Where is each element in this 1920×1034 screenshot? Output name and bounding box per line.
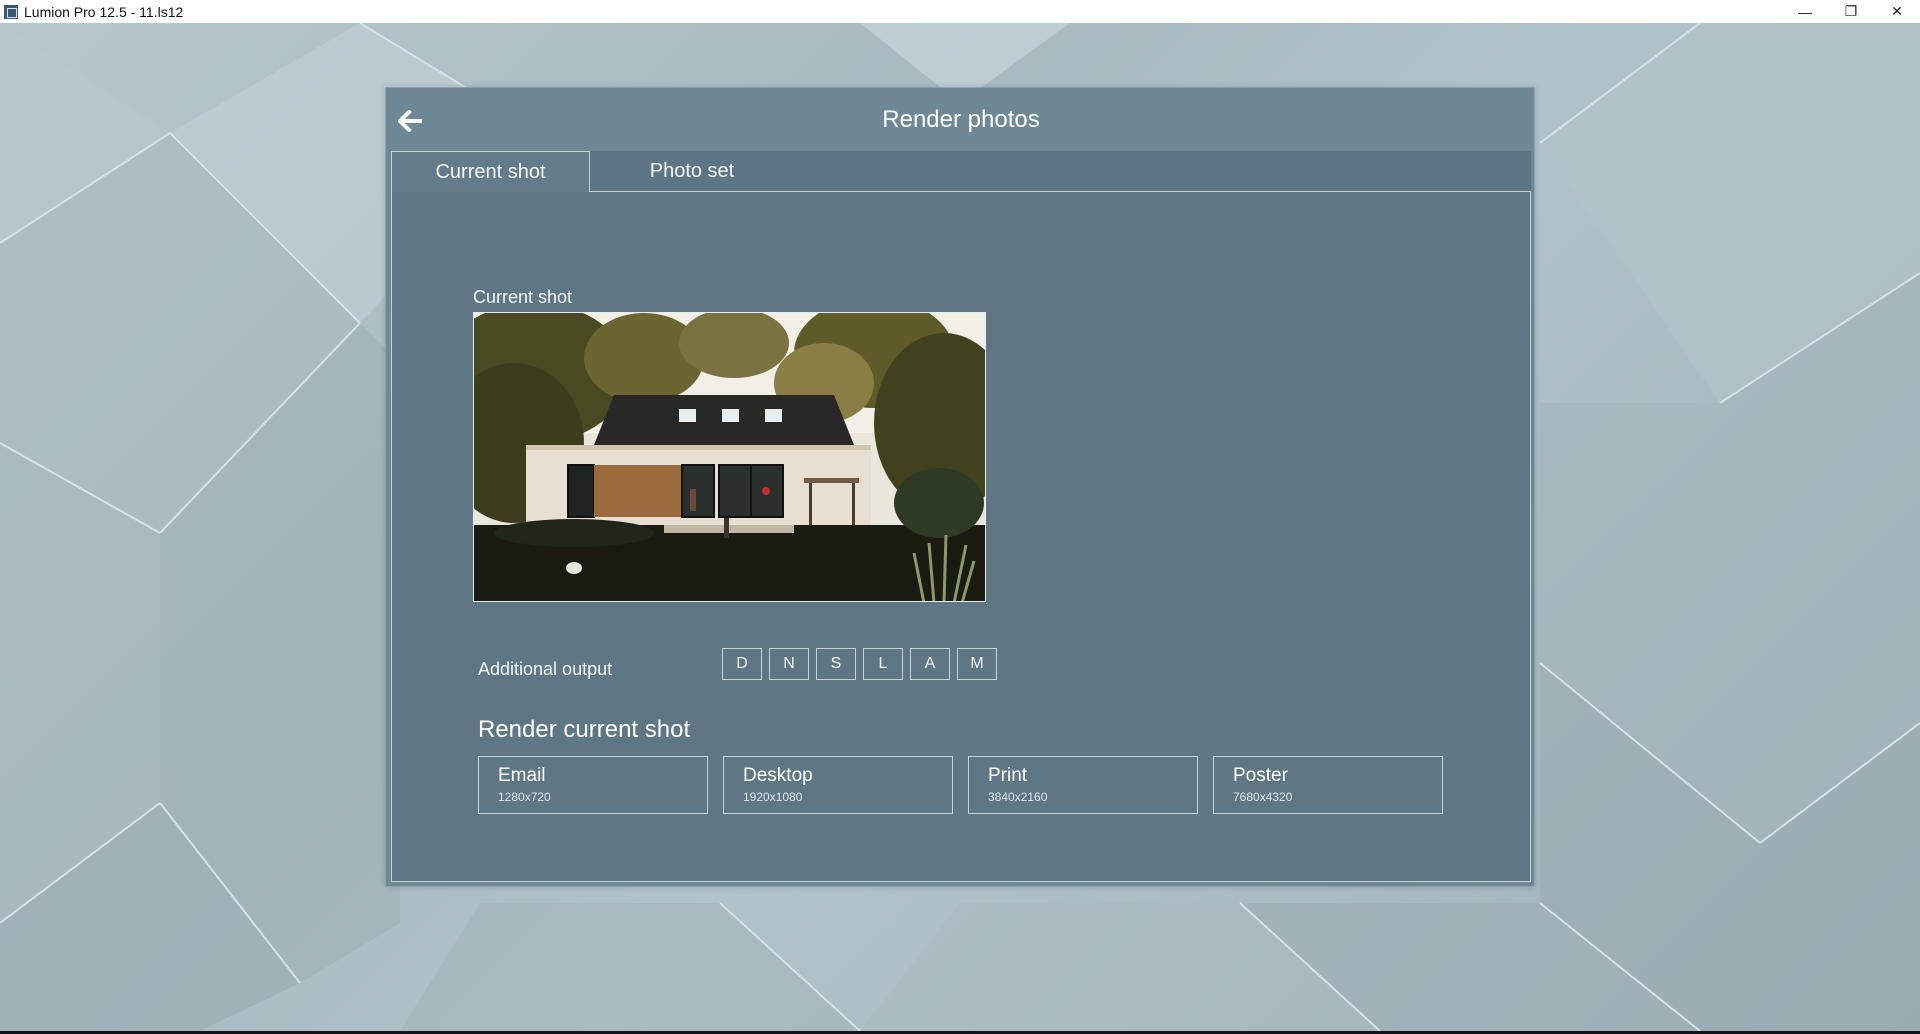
current-shot-label: Current shot: [473, 287, 573, 307]
render-email-button[interactable]: Email 1280x720: [478, 756, 708, 814]
output-m-button[interactable]: M: [957, 648, 997, 680]
output-s-button[interactable]: S: [816, 648, 856, 680]
window-controls: — ❐ ✕: [1782, 0, 1920, 23]
preset-resolution: 1280x720: [498, 790, 551, 804]
preset-resolution: 7680x4320: [1233, 790, 1293, 804]
render-print-button[interactable]: Print 3840x2160: [968, 756, 1198, 814]
dialog-title: Render photos: [882, 106, 1040, 133]
output-d-button[interactable]: D: [722, 648, 762, 680]
current-shot-preview[interactable]: [473, 312, 986, 602]
render-photos-dialog: Render photos Current shot Photo set Cur…: [385, 87, 1535, 887]
preset-name: Email: [498, 765, 546, 786]
preset-resolution: 1920x1080: [743, 790, 803, 804]
output-a-button[interactable]: A: [910, 648, 950, 680]
minimize-button[interactable]: —: [1782, 0, 1828, 23]
close-button[interactable]: ✕: [1874, 0, 1920, 23]
tab-photo-set[interactable]: Photo set: [590, 151, 794, 192]
lumion-app-icon: [4, 4, 18, 19]
tab-bar: Current shot Photo set: [391, 151, 1531, 192]
render-current-shot-heading: Render current shot: [478, 716, 691, 743]
window-title-bar: Lumion Pro 12.5 - 11.ls12 — ❐ ✕: [0, 0, 1920, 23]
tab-current-shot[interactable]: Current shot: [391, 151, 590, 192]
output-l-button[interactable]: L: [863, 648, 903, 680]
output-n-button[interactable]: N: [769, 648, 809, 680]
house-render-image: [474, 313, 985, 601]
render-poster-button[interactable]: Poster 7680x4320: [1213, 756, 1443, 814]
render-desktop-button[interactable]: Desktop 1920x1080: [723, 756, 953, 814]
preset-resolution: 3840x2160: [988, 790, 1048, 804]
window-title: Lumion Pro 12.5 - 11.ls12: [24, 3, 184, 20]
restore-button[interactable]: ❐: [1828, 0, 1874, 23]
preset-name: Poster: [1233, 765, 1288, 786]
preset-name: Desktop: [743, 765, 813, 786]
current-shot-panel: Current shot Additional output D N S L A…: [391, 192, 1531, 882]
additional-output-label: Additional output: [478, 659, 613, 679]
preset-name: Print: [988, 765, 1028, 786]
